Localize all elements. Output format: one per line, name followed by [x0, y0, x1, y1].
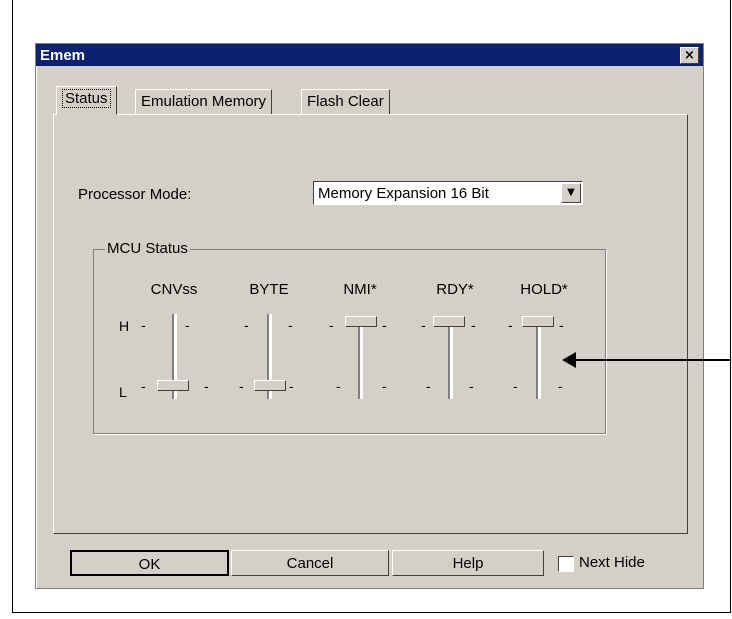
title-bar: Emem × [36, 44, 703, 66]
slider-track [536, 319, 541, 399]
close-icon[interactable]: × [680, 47, 699, 64]
annotation-arrow-line [572, 359, 730, 361]
cancel-button[interactable]: Cancel [231, 550, 389, 576]
tab-status[interactable]: Status [56, 86, 117, 115]
pin-label-byte: BYTE [249, 281, 289, 298]
next-hide-label: Next Hide [579, 554, 645, 571]
slider-track [358, 319, 363, 399]
pin-label-nmi: NMI* [343, 281, 377, 298]
tab-emulation-memory[interactable]: Emulation Memory [135, 89, 273, 115]
mcu-status-title: MCU Status [105, 240, 190, 257]
window-title: Emem [40, 47, 86, 64]
processor-mode-label: Processor Mode: [78, 186, 192, 203]
mcu-status-group [93, 249, 606, 434]
tab-flash-clear[interactable]: Flash Clear [301, 89, 390, 115]
pin-label-hold: HOLD* [520, 281, 568, 298]
tab-status-label: Status [62, 89, 111, 108]
slider-thumb[interactable] [254, 380, 286, 391]
help-button[interactable]: Help [392, 550, 544, 576]
next-hide-checkbox[interactable] [558, 556, 574, 572]
slider-thumb[interactable] [157, 380, 189, 391]
pin-label-cnvss: CNVss [150, 281, 198, 298]
annotation-arrowhead [562, 352, 576, 368]
l-label: L [119, 384, 127, 400]
pin-label-rdy: RDY* [436, 281, 474, 298]
chevron-down-icon[interactable]: ▼ [561, 183, 581, 203]
processor-mode-select[interactable]: Memory Expansion 16 Bit ▼ [313, 181, 583, 205]
slider-thumb[interactable] [433, 316, 465, 327]
processor-mode-value: Memory Expansion 16 Bit [318, 185, 489, 202]
slider-thumb[interactable] [522, 316, 554, 327]
slider-thumb[interactable] [345, 316, 377, 327]
slider-track [448, 319, 453, 399]
ok-button[interactable]: OK [70, 550, 229, 576]
h-label: H [119, 318, 130, 334]
emem-dialog: Emem × Status Emulation Memory Flash Cle… [35, 43, 704, 589]
